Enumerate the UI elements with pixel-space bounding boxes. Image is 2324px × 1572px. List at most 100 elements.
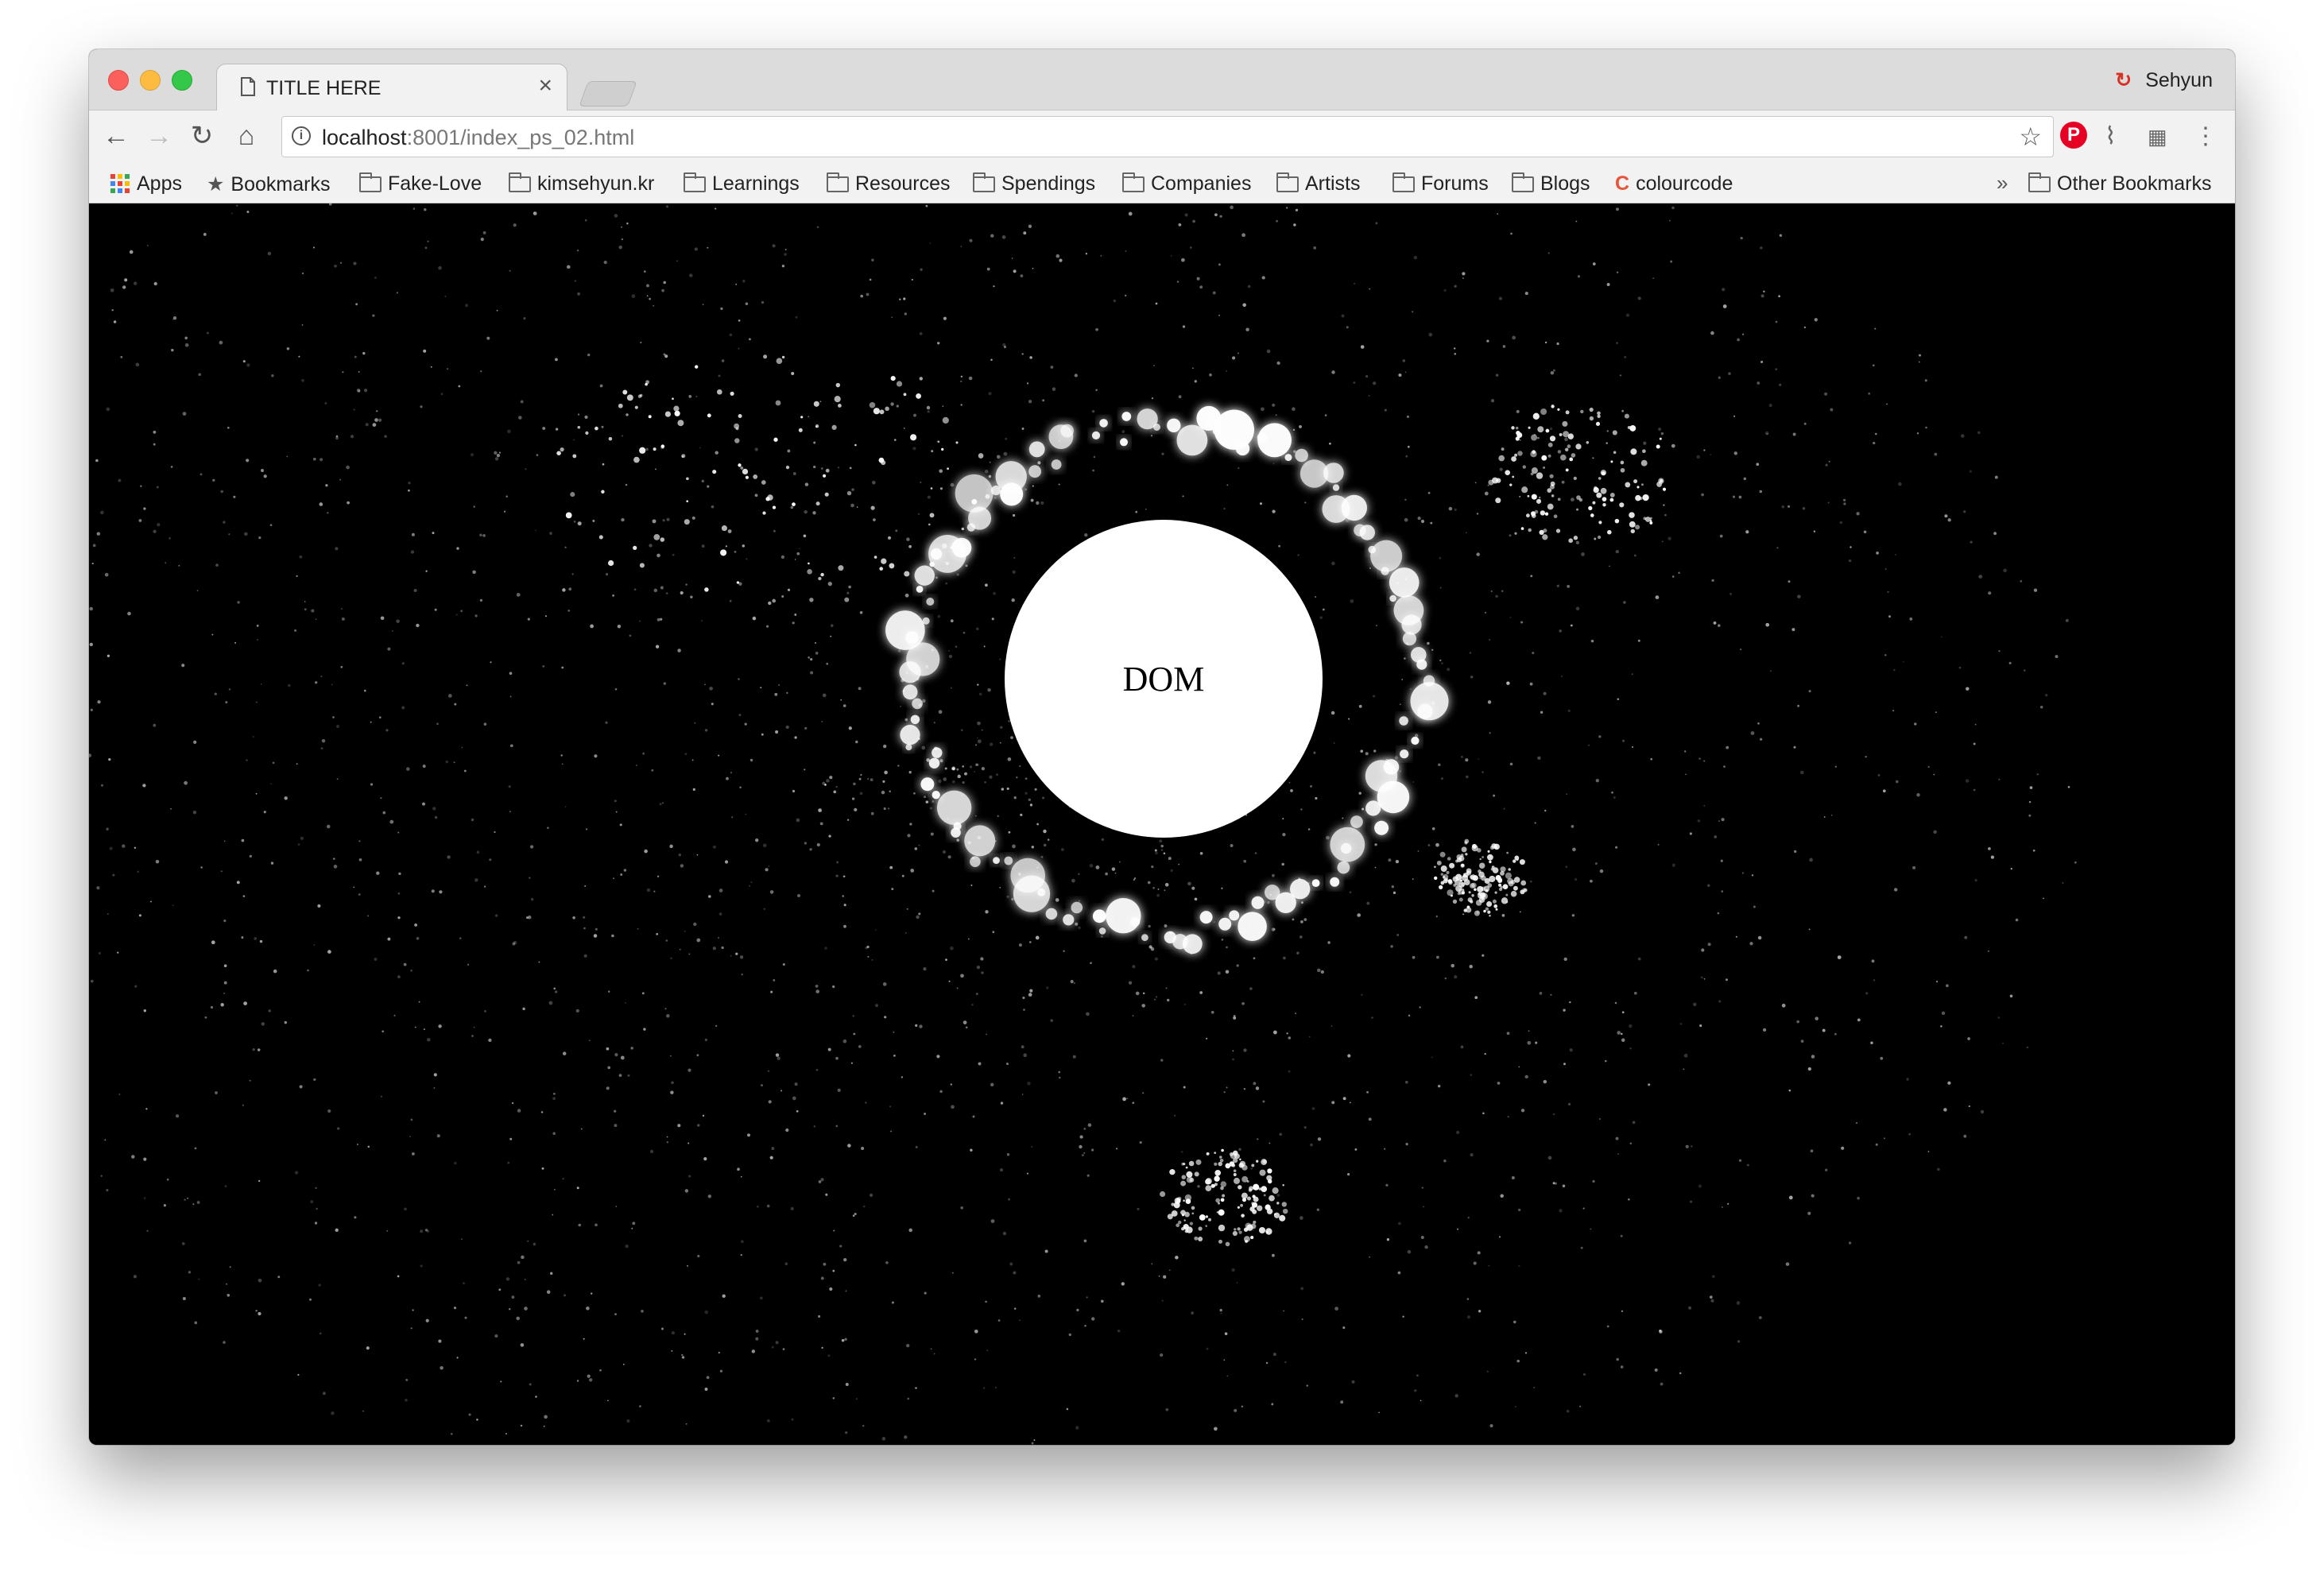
dust-particle <box>617 624 622 629</box>
cluster-particle <box>772 598 777 603</box>
dust-particle <box>553 987 556 990</box>
minimize-window-button[interactable] <box>140 70 161 91</box>
dust-particle <box>646 284 649 288</box>
dust-particle <box>460 610 463 613</box>
dust-particle <box>444 295 447 297</box>
dust-particle <box>919 331 923 335</box>
bookmark-learnings[interactable]: Learnings <box>684 172 800 196</box>
dust-particle <box>1221 887 1223 889</box>
cluster-particle <box>577 521 582 526</box>
cluster-particle <box>1528 426 1531 429</box>
dust-particle <box>670 957 672 960</box>
back-arrow-icon[interactable]: ← <box>100 120 132 152</box>
dust-particle <box>640 341 642 344</box>
paperclip-extension-icon[interactable]: ⌇ <box>2105 123 2117 150</box>
bookmark-colourcode[interactable]: Ccolourcode <box>1615 172 1733 196</box>
site-info-icon[interactable]: i <box>292 126 311 145</box>
cluster-particle <box>1466 870 1472 876</box>
dust-particle <box>237 601 240 604</box>
dust-particle <box>223 919 227 923</box>
ring-particle <box>1295 448 1308 463</box>
bookmark-forums[interactable]: Forums <box>1392 172 1489 196</box>
dust-particle <box>842 875 846 878</box>
dust-particle <box>1462 913 1464 916</box>
dust-particle <box>760 1084 764 1087</box>
dust-particle <box>2003 568 2007 573</box>
bookmark-fake-love[interactable]: Fake-Love <box>359 172 482 196</box>
dust-particle <box>1875 1143 1878 1146</box>
dust-particle <box>347 501 350 505</box>
active-tab[interactable]: TITLE HERE × <box>216 64 567 110</box>
dust-particle <box>1357 913 1361 917</box>
dust-particle <box>327 512 329 514</box>
tab-close-icon[interactable]: × <box>538 74 552 98</box>
dust-particle <box>1606 283 1610 286</box>
pinterest-extension-icon[interactable]: P <box>2060 122 2087 149</box>
other-bookmarks[interactable]: Other Bookmarks <box>2028 172 2212 196</box>
address-bar[interactable]: i localhost:8001/index_ps_02.html ☆ <box>281 116 2054 157</box>
dust-particle <box>1226 370 1228 372</box>
dust-particle <box>1178 395 1182 399</box>
cluster-particle <box>1220 1181 1227 1187</box>
dust-particle <box>1814 318 1818 322</box>
bookmark-companies[interactable]: Companies <box>1122 172 1251 196</box>
new-tab-button[interactable] <box>579 81 637 106</box>
cluster-particle <box>1189 1177 1195 1183</box>
close-window-button[interactable] <box>108 70 129 91</box>
dust-particle <box>1010 736 1013 739</box>
bookmark-spendings[interactable]: Spendings <box>973 172 1095 196</box>
dust-particle <box>1909 618 1913 621</box>
dust-particle <box>1713 621 1717 625</box>
cluster-particle <box>1523 888 1528 892</box>
dust-particle <box>1478 758 1480 760</box>
dust-particle <box>671 1349 673 1352</box>
dust-particle <box>118 1094 121 1095</box>
dust-particle <box>1226 946 1228 949</box>
dust-particle <box>781 595 784 598</box>
url-text[interactable]: localhost:8001/index_ps_02.html <box>322 126 634 150</box>
dust-particle <box>792 471 796 475</box>
dust-particle <box>1500 1194 1504 1198</box>
dust-particle <box>1631 673 1633 676</box>
dust-particle <box>1873 441 1876 445</box>
bookmark-kimsehyun[interactable]: kimsehyun.kr <box>509 172 654 196</box>
cluster-particle <box>761 480 766 485</box>
dust-particle <box>212 478 215 482</box>
dust-particle <box>791 1418 794 1421</box>
bookmark-star-icon[interactable]: ☆ <box>2019 122 2042 152</box>
dust-particle <box>1614 846 1618 849</box>
dust-particle <box>1590 1228 1592 1230</box>
bookmark-resources[interactable]: Resources <box>827 172 951 196</box>
dust-particle <box>1281 862 1284 866</box>
cluster-particle <box>844 597 850 602</box>
dust-particle <box>1977 431 1981 435</box>
bookmarks-overflow-chevron[interactable]: » <box>1997 171 2008 196</box>
dust-particle <box>1522 465 1526 469</box>
dust-particle <box>258 536 261 540</box>
cluster-particle <box>1629 424 1636 432</box>
cluster-particle <box>1485 889 1489 892</box>
dust-particle <box>1723 765 1726 768</box>
dust-particle <box>1934 452 1938 456</box>
menu-kebab-icon[interactable]: ⋮ <box>2194 123 2217 150</box>
dust-particle <box>1272 1253 1275 1257</box>
maximize-window-button[interactable] <box>172 70 192 91</box>
qr-code-extension-icon[interactable]: ▦ <box>2148 123 2167 150</box>
bookmark-blogs[interactable]: Blogs <box>1512 172 1590 196</box>
dust-particle <box>766 1204 770 1208</box>
reload-icon[interactable]: ↻ <box>186 120 218 152</box>
bookmark-bookmarks[interactable]: ★ Bookmarks <box>207 172 330 196</box>
cluster-particle <box>686 477 689 481</box>
home-icon[interactable]: ⌂ <box>230 120 262 152</box>
page-canvas[interactable]: DOM <box>89 203 2235 1445</box>
bookmark-artists[interactable]: Artists <box>1276 172 1360 196</box>
dust-particle <box>1427 641 1430 645</box>
bookmark-apps[interactable]: Apps <box>110 172 182 196</box>
dust-particle <box>339 478 342 481</box>
dust-particle <box>1779 383 1782 386</box>
dom-circle[interactable]: DOM <box>1005 520 1323 838</box>
dust-particle <box>925 800 929 803</box>
dust-particle <box>830 635 832 637</box>
forward-arrow-icon[interactable]: → <box>143 120 175 152</box>
profile-button[interactable]: ↻ Sehyun <box>2115 68 2213 92</box>
